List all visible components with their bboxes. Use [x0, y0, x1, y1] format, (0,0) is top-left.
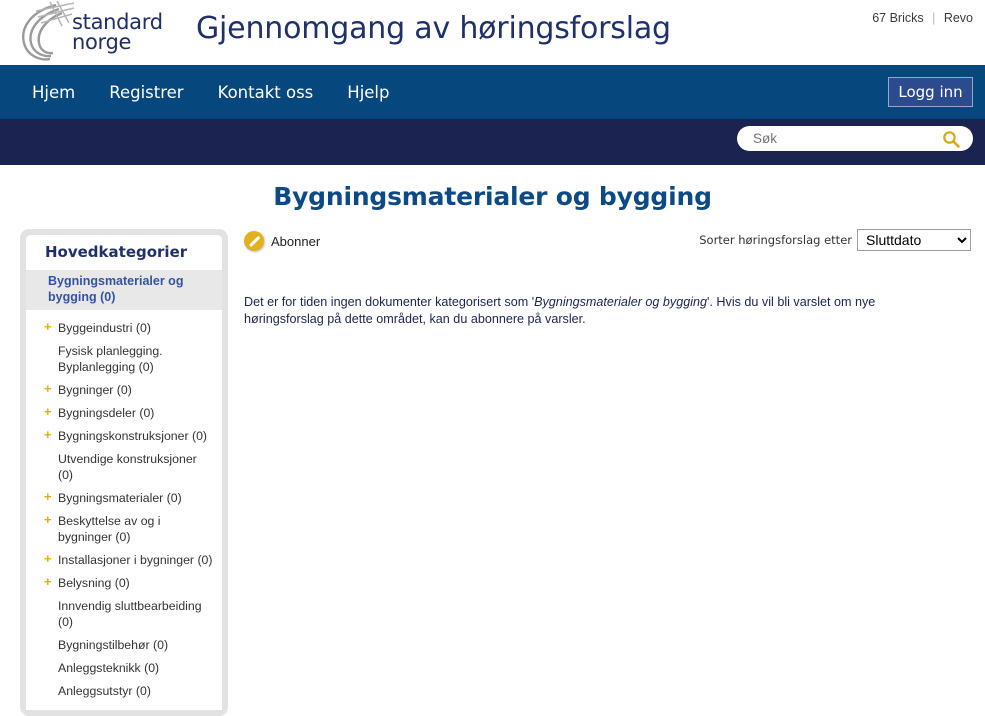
empty-message-category: Bygningsmaterialer og bygging: [534, 295, 708, 309]
sidebar-item-label: Bygningsdeler (0): [58, 405, 155, 420]
sidebar-item-innvendig-sluttbearbeiding[interactable]: Innvendig sluttbearbeiding (0): [26, 594, 222, 633]
sidebar-item-label: Utvendige konstruksjoner (0): [58, 451, 197, 482]
sidebar: Hovedkategorier Bygningsmaterialer og by…: [20, 229, 228, 716]
credit-separator: |: [932, 11, 936, 25]
logo-wordmark: standard norge: [72, 10, 163, 54]
sidebar-item-bygningskonstruksjoner[interactable]: + Bygningskonstruksjoner (0): [26, 424, 222, 447]
nav-items: Hjem Registrer Kontakt oss Hjelp: [30, 65, 391, 119]
sidebar-heading: Hovedkategorier: [26, 235, 222, 270]
sidebar-item-current[interactable]: Bygningsmaterialer og bygging (0): [26, 270, 222, 310]
sort-select[interactable]: Sluttdato: [857, 229, 971, 251]
sidebar-item-label: Innvendig sluttbearbeiding (0): [58, 598, 202, 629]
sidebar-item-bygningstilbehor[interactable]: Bygningstilbehør (0): [26, 633, 222, 656]
sidebar-item-bygningsmaterialer[interactable]: + Bygningsmaterialer (0): [26, 486, 222, 509]
sidebar-item-bygninger[interactable]: + Bygninger (0): [26, 378, 222, 401]
login-button[interactable]: Logg inn: [888, 77, 973, 107]
logo-line-1: standard: [72, 10, 163, 34]
sidebar-item-label: Bygningsmaterialer (0): [58, 490, 182, 505]
main-navigation: Hjem Registrer Kontakt oss Hjelp Logg in…: [0, 65, 985, 119]
search-container: [737, 126, 973, 151]
site-title: Gjennomgang av høringsforslag: [196, 11, 671, 46]
expand-plus-icon[interactable]: +: [44, 381, 52, 397]
expand-plus-icon[interactable]: +: [44, 404, 52, 420]
search-input[interactable]: [751, 130, 930, 147]
expand-plus-icon[interactable]: +: [44, 489, 52, 505]
sort-label: Sorter høringsforslag etter: [699, 233, 852, 247]
sidebar-item-belysning[interactable]: + Belysning (0): [26, 571, 222, 594]
sidebar-item-anleggsteknikk[interactable]: Anleggsteknikk (0): [26, 656, 222, 679]
sidebar-item-label: Bygningstilbehør (0): [58, 637, 169, 652]
logo-line-2: norge: [72, 30, 132, 54]
main-toolbar: Abonner Sorter høringsforslag etter Slut…: [244, 229, 971, 261]
expand-plus-icon[interactable]: +: [44, 574, 52, 590]
site-logo[interactable]: standard norge: [10, 0, 185, 65]
credit-revo[interactable]: Revo: [944, 11, 973, 25]
page-title: Bygningsmaterialer og bygging: [273, 182, 712, 211]
sidebar-item-label: Installasjoner i bygninger (0): [58, 552, 213, 567]
subscribe-bell-icon: [244, 231, 264, 251]
sidebar-category-list: + Byggeindustri (0) Fysisk planlegging. …: [26, 310, 222, 702]
sort-control: Sorter høringsforslag etter Sluttdato: [699, 229, 971, 251]
swoosh-logo-icon: [22, 1, 75, 61]
sidebar-item-label: Bygningskonstruksjoner (0): [58, 428, 207, 443]
sidebar-item-label: Byggeindustri (0): [58, 320, 151, 335]
search-icon[interactable]: [941, 129, 961, 154]
subscribe-button[interactable]: Abonner: [244, 231, 320, 251]
main-content: Abonner Sorter høringsforslag etter Slut…: [244, 229, 971, 328]
header-credits: 67 Bricks | Revo: [872, 11, 973, 25]
nav-item-registrer[interactable]: Registrer: [107, 81, 185, 104]
sidebar-item-byggeindustri[interactable]: + Byggeindustri (0): [26, 316, 222, 339]
sidebar-item-anleggsutstyr[interactable]: Anleggsutstyr (0): [26, 679, 222, 702]
subscribe-label: Abonner: [271, 233, 321, 249]
search-bar-strip: [0, 119, 985, 165]
sidebar-item-label: Fysisk planlegging. Byplanlegging (0): [58, 343, 163, 374]
expand-plus-icon[interactable]: +: [44, 551, 52, 567]
sidebar-item-beskyttelse[interactable]: + Beskyttelse av og i bygninger (0): [26, 509, 222, 548]
sidebar-item-fysisk-planlegging[interactable]: Fysisk planlegging. Byplanlegging (0): [26, 339, 222, 378]
nav-item-hjem[interactable]: Hjem: [30, 81, 77, 104]
nav-item-hjelp[interactable]: Hjelp: [345, 81, 391, 104]
sidebar-item-utvendige-konstruksjoner[interactable]: Utvendige konstruksjoner (0): [26, 447, 222, 486]
sidebar-item-label: Anleggsutstyr (0): [58, 683, 151, 698]
sidebar-panel: Hovedkategorier Bygningsmaterialer og by…: [26, 235, 222, 710]
sidebar-item-label: Bygninger (0): [58, 382, 132, 397]
sidebar-item-label: Beskyttelse av og i bygninger (0): [58, 513, 161, 544]
empty-state-message: Det er for tiden ingen dokumenter katego…: [244, 294, 894, 328]
sidebar-item-label: Anleggsteknikk (0): [58, 660, 160, 675]
nav-item-kontakt-oss[interactable]: Kontakt oss: [216, 81, 316, 104]
empty-message-part1: Det er for tiden ingen dokumenter katego…: [244, 295, 535, 309]
sidebar-item-installasjoner[interactable]: + Installasjoner i bygninger (0): [26, 548, 222, 571]
expand-plus-icon[interactable]: +: [44, 427, 52, 443]
expand-plus-icon[interactable]: +: [44, 512, 52, 528]
site-header: standard norge Gjennomgang av høringsfor…: [0, 0, 985, 65]
sidebar-item-bygningsdeler[interactable]: + Bygningsdeler (0): [26, 401, 222, 424]
sidebar-item-label: Belysning (0): [58, 575, 130, 590]
credit-67bricks[interactable]: 67 Bricks: [872, 11, 923, 25]
expand-plus-icon[interactable]: +: [44, 319, 52, 335]
